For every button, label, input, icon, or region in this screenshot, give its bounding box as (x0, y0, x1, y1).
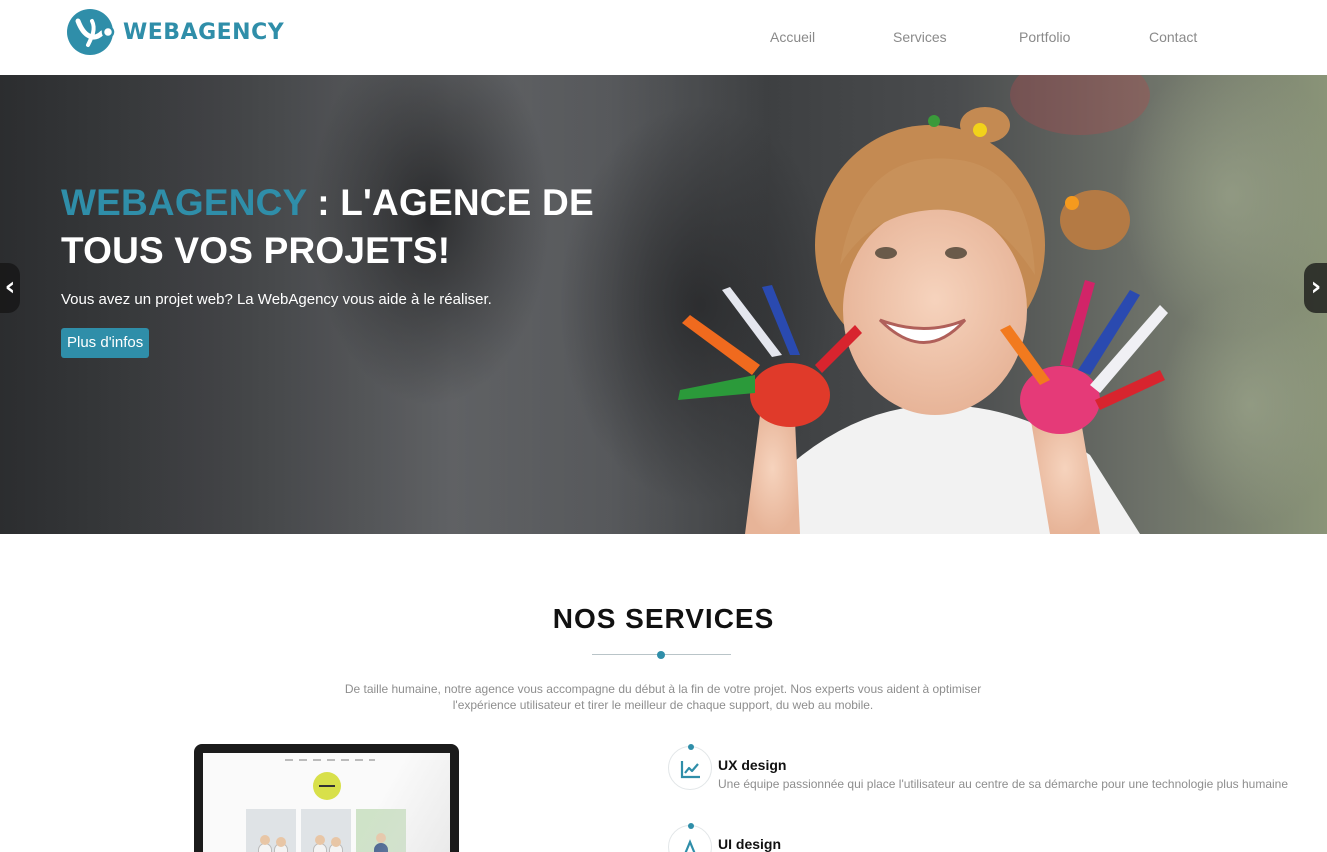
service-title: UI design (718, 836, 782, 852)
hero-title: WEBAGENCY : L'AGENCE DE TOUS VOS PROJETS… (61, 179, 661, 275)
design-icon (668, 823, 712, 852)
logo-mark-icon (67, 9, 115, 55)
section-divider (592, 650, 731, 660)
hero-slider: ‹ › WEBAGENCY : L'AGENCE DE TOUS VOS PRO… (0, 75, 1327, 534)
site-logo[interactable]: WEBAGENCY (66, 7, 284, 57)
nav-item-contact[interactable]: Contact (1149, 29, 1197, 45)
nav-item-services[interactable]: Services (893, 29, 947, 45)
nav-item-accueil[interactable]: Accueil (770, 29, 815, 45)
slider-prev-button[interactable]: ‹ (0, 263, 20, 313)
logo-text: WEBAGENCY (123, 19, 285, 45)
laptop-screen (203, 753, 450, 852)
services-description: De taille humaine, notre agence vous acc… (344, 682, 982, 712)
line-chart-icon (668, 744, 712, 790)
hero-subtitle: Vous avez un projet web? La WebAgency vo… (61, 291, 492, 308)
more-info-button[interactable]: Plus d'infos (61, 328, 150, 358)
chevron-right-icon: › (1310, 272, 1322, 302)
mockup-thumbnail (246, 809, 296, 852)
hero-title-brand: WEBAGENCY (61, 182, 307, 223)
site-header: WEBAGENCY Accueil Services Portfolio Con… (0, 0, 1327, 75)
service-text: Une équipe passionnée qui place l'utilis… (718, 777, 1289, 791)
nav-item-portfolio[interactable]: Portfolio (1019, 29, 1070, 45)
chevron-left-icon: ‹ (4, 272, 16, 302)
services-title: NOS SERVICES (552, 603, 775, 634)
service-title: UX design (718, 757, 787, 773)
laptop-mockup-image (194, 744, 459, 852)
slider-next-button[interactable]: › (1304, 263, 1327, 313)
divider-dot (657, 651, 665, 659)
